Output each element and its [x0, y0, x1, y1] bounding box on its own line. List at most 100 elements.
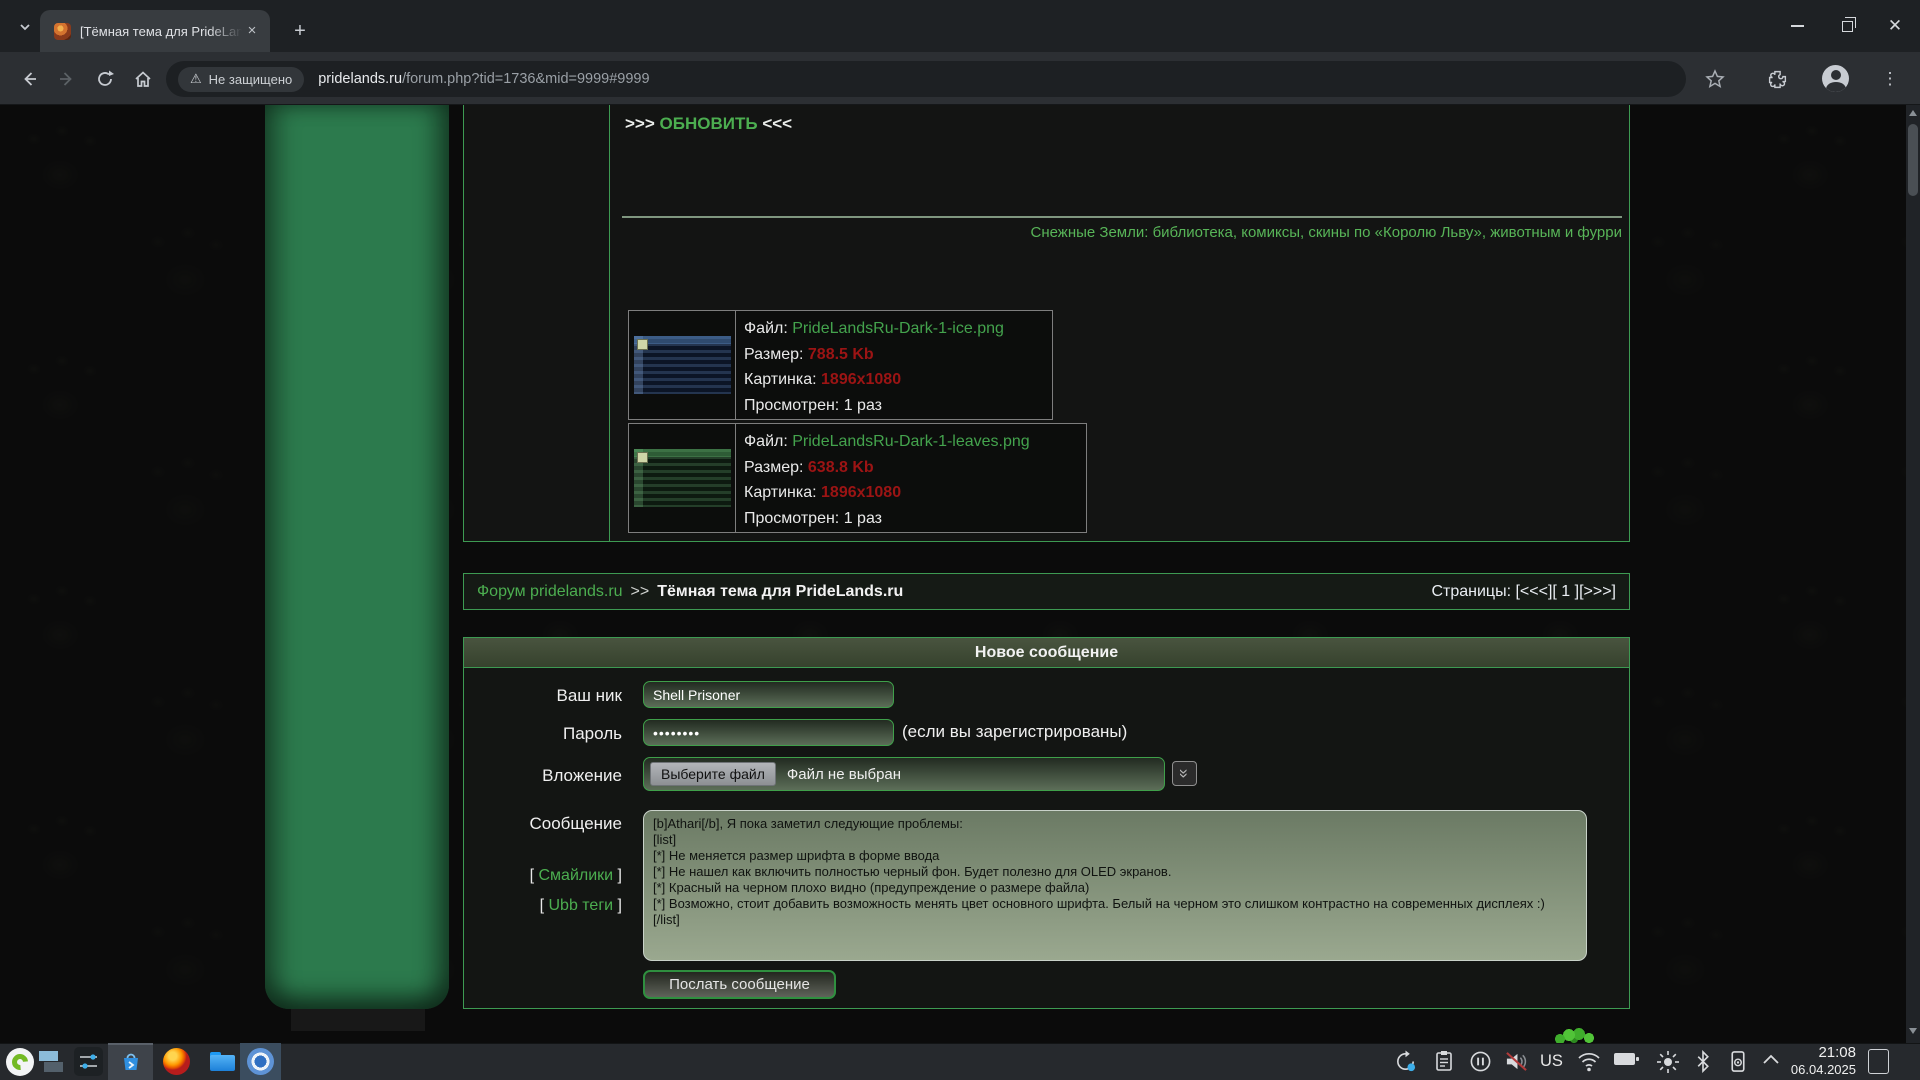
settings-sliders-icon[interactable]	[74, 1047, 103, 1076]
window-restore-button[interactable]	[1832, 12, 1862, 40]
volume-muted-tray-icon[interactable]	[1504, 1050, 1529, 1073]
password-hint: (если вы зарегистрированы)	[902, 722, 1127, 742]
image-label: Картинка:	[744, 484, 817, 501]
double-chevron-down-icon: »	[1176, 769, 1193, 778]
brightness-tray-icon[interactable]	[1656, 1050, 1680, 1074]
browser-tab[interactable]: [Тёмная тема для PrideLan ×	[40, 10, 270, 52]
firefox-icon[interactable]	[163, 1048, 190, 1075]
reload-icon[interactable]	[92, 66, 118, 92]
pause-tray-icon[interactable]	[1469, 1050, 1492, 1073]
attachment-info: Файл: PrideLandsRu-Dark-1-ice.png Размер…	[736, 311, 1012, 419]
browser-menu-icon[interactable]: ⋮	[1878, 66, 1902, 92]
scroll-up-icon[interactable]	[1909, 110, 1917, 116]
attachment-size: 788.5 Kb	[808, 346, 874, 363]
url-path: /forum.php?tid=1736&mid=9999#9999	[402, 71, 650, 87]
choose-file-button[interactable]: Выберите файл	[650, 762, 776, 786]
size-label: Размер:	[744, 346, 803, 363]
attachment-thumbnail-ice[interactable]	[634, 336, 731, 394]
forum-home-link[interactable]: Форум pridelands.ru	[477, 583, 623, 601]
nick-input[interactable]	[643, 681, 894, 708]
security-label: Не защищено	[209, 72, 293, 87]
file-manager-folder-icon[interactable]	[210, 1052, 235, 1071]
browser-titlebar	[0, 0, 1920, 52]
refresh-link[interactable]: >>> ОБНОВИТЬ <<<	[625, 114, 792, 134]
refresh-label[interactable]: ОБНОВИТЬ	[660, 114, 758, 133]
bookmark-star-icon[interactable]	[1702, 66, 1728, 92]
attachment-info: Файл: PrideLandsRu-Dark-1-leaves.png Раз…	[736, 424, 1038, 532]
file-label: Файл:	[744, 320, 788, 337]
clipboard-tray-icon[interactable]	[1434, 1050, 1454, 1072]
forum-left-column	[265, 105, 449, 1009]
send-message-button[interactable]: Послать сообщение	[643, 970, 836, 999]
keyboard-layout-indicator[interactable]: US	[1540, 1052, 1563, 1071]
url-host: pridelands.ru	[318, 71, 402, 87]
attachment-label: Вложение	[458, 766, 622, 786]
smilies-link-row: [ Смайлики ]	[458, 867, 622, 885]
signature-divider	[622, 216, 1622, 218]
discover-task[interactable]	[108, 1043, 153, 1080]
smilies-link[interactable]: Смайлики	[539, 867, 614, 884]
tray-expand-chevron-up-icon[interactable]	[1760, 1050, 1782, 1070]
window-minimize-button[interactable]	[1782, 12, 1812, 40]
more-attachments-button[interactable]: »	[1172, 761, 1197, 786]
home-icon[interactable]	[130, 66, 156, 92]
attachment-row: Файл: PrideLandsRu-Dark-1-leaves.png Раз…	[628, 423, 1087, 533]
clock-date: 06.04.2025	[1782, 1061, 1856, 1078]
battery-tray-icon[interactable]	[1613, 1050, 1640, 1068]
wifi-tray-icon[interactable]	[1576, 1050, 1602, 1072]
file-label: Файл:	[744, 433, 788, 450]
back-icon[interactable]	[16, 66, 42, 92]
views-label: Просмотрен:	[744, 510, 839, 527]
clock[interactable]: 21:08 06.04.2025	[1782, 1044, 1856, 1078]
breadcrumb-separator: >>	[631, 583, 650, 601]
scrollbar-thumb[interactable]	[1908, 124, 1918, 196]
profile-avatar[interactable]	[1822, 65, 1849, 92]
breadcrumb: Форум pridelands.ru >> Тёмная тема для P…	[463, 573, 1630, 610]
pages-navigation[interactable]: Страницы: [<<<][ 1 ][>>>]	[1431, 583, 1616, 601]
page-scrollbar[interactable]	[1906, 105, 1920, 1043]
virtual-desktop-pager-icon[interactable]	[39, 1051, 65, 1073]
ubb-link-row: [ Ubb теги ]	[458, 897, 622, 915]
show-desktop-button[interactable]	[1868, 1049, 1889, 1074]
attachment-file-link[interactable]: PrideLandsRu-Dark-1-ice.png	[792, 320, 1004, 337]
attachment-file-link[interactable]: PrideLandsRu-Dark-1-leaves.png	[792, 433, 1029, 450]
form-title: Новое сообщение	[464, 638, 1629, 668]
tab-favicon-lion-icon	[54, 23, 71, 40]
bracket: [	[530, 867, 539, 884]
attachment-dims: 1896x1080	[821, 484, 901, 501]
ubb-tags-link[interactable]: Ubb теги	[548, 897, 613, 914]
image-label: Картинка:	[744, 371, 817, 388]
file-status: Файл не выбран	[787, 766, 901, 783]
attachment-views: 1 раз	[844, 510, 882, 527]
url-bar[interactable]: ⚠ Не защищено pridelands.ru/forum.php?ti…	[166, 61, 1686, 97]
url-text: pridelands.ru/forum.php?tid=1736&mid=999…	[318, 71, 649, 87]
size-label: Размер:	[744, 459, 803, 476]
tab-close-icon[interactable]: ×	[242, 21, 262, 41]
updates-tray-icon[interactable]	[1394, 1050, 1417, 1073]
attachment-row: Файл: PrideLandsRu-Dark-1-ice.png Размер…	[628, 310, 1053, 420]
new-tab-button[interactable]: +	[288, 20, 312, 44]
attachment-thumbnail-leaves[interactable]	[634, 449, 731, 507]
attachment-views: 1 раз	[844, 397, 882, 414]
topic-title: Тёмная тема для PrideLands.ru	[657, 583, 903, 601]
scroll-down-icon[interactable]	[1909, 1028, 1917, 1034]
desktop: [Тёмная тема для PrideLan × + ✕ ⚠ Не защ…	[0, 0, 1920, 1080]
bluetooth-tray-icon[interactable]	[1695, 1050, 1711, 1073]
forum-left-column-shadow	[291, 1009, 425, 1031]
window-close-button[interactable]: ✕	[1880, 12, 1910, 40]
chromium-task-active[interactable]	[240, 1043, 281, 1080]
kdeconnect-phone-tray-icon[interactable]	[1727, 1050, 1749, 1073]
app-launcher-opensuse-icon[interactable]	[6, 1048, 34, 1076]
bracket: ]	[613, 897, 622, 914]
message-textarea[interactable]: [b]Athari[/b], Я пока заметил следующие …	[643, 810, 1587, 961]
refresh-pre: >>>	[625, 114, 655, 133]
password-input[interactable]	[643, 719, 894, 746]
file-input[interactable]: Выберите файл Файл не выбран	[643, 757, 1165, 791]
warning-icon: ⚠	[190, 71, 202, 87]
forward-icon[interactable]	[54, 66, 80, 92]
security-chip[interactable]: ⚠ Не защищено	[178, 67, 304, 92]
tab-list-chevron-icon[interactable]	[12, 14, 38, 40]
attachment-size: 638.8 Kb	[808, 459, 874, 476]
views-label: Просмотрен:	[744, 397, 839, 414]
extensions-puzzle-icon[interactable]	[1764, 66, 1790, 92]
